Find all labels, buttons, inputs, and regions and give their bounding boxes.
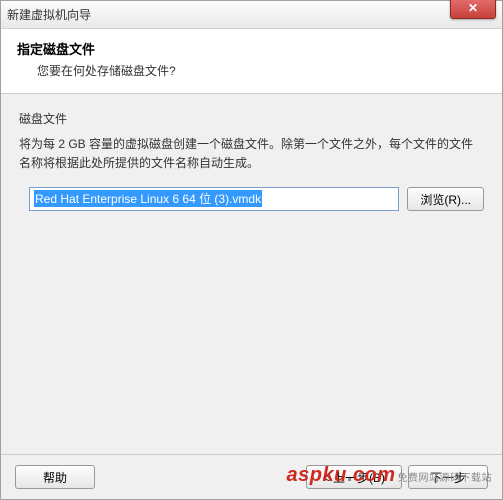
browse-button[interactable]: 浏览(R)... (407, 187, 484, 211)
header-title: 指定磁盘文件 (17, 39, 486, 58)
footer-right: < 上一步(B) 下一步 (306, 465, 488, 489)
next-button[interactable]: 下一步 (408, 465, 488, 489)
wizard-footer: 帮助 < 上一步(B) 下一步 (1, 454, 502, 499)
section-label: 磁盘文件 (19, 110, 484, 127)
wizard-dialog: 新建虚拟机向导 ✕ 指定磁盘文件 您要在何处存储磁盘文件? 磁盘文件 将为每 2… (0, 0, 503, 500)
help-button[interactable]: 帮助 (15, 465, 95, 489)
close-icon: ✕ (468, 1, 478, 15)
section-description: 将为每 2 GB 容量的虚拟磁盘创建一个磁盘文件。除第一个文件之外，每个文件的文… (19, 135, 484, 173)
close-button[interactable]: ✕ (450, 0, 496, 19)
window-title: 新建虚拟机向导 (7, 6, 91, 23)
titlebar: 新建虚拟机向导 ✕ (1, 1, 502, 29)
wizard-content: 磁盘文件 将为每 2 GB 容量的虚拟磁盘创建一个磁盘文件。除第一个文件之外，每… (1, 94, 502, 454)
file-row: Red Hat Enterprise Linux 6 64 位 (3).vmdk… (19, 187, 484, 211)
disk-file-input[interactable]: Red Hat Enterprise Linux 6 64 位 (3).vmdk (29, 187, 399, 211)
header-subtitle: 您要在何处存储磁盘文件? (17, 62, 486, 79)
wizard-header: 指定磁盘文件 您要在何处存储磁盘文件? (1, 29, 502, 94)
back-button[interactable]: < 上一步(B) (306, 465, 402, 489)
disk-file-value: Red Hat Enterprise Linux 6 64 位 (3).vmdk (34, 190, 262, 207)
